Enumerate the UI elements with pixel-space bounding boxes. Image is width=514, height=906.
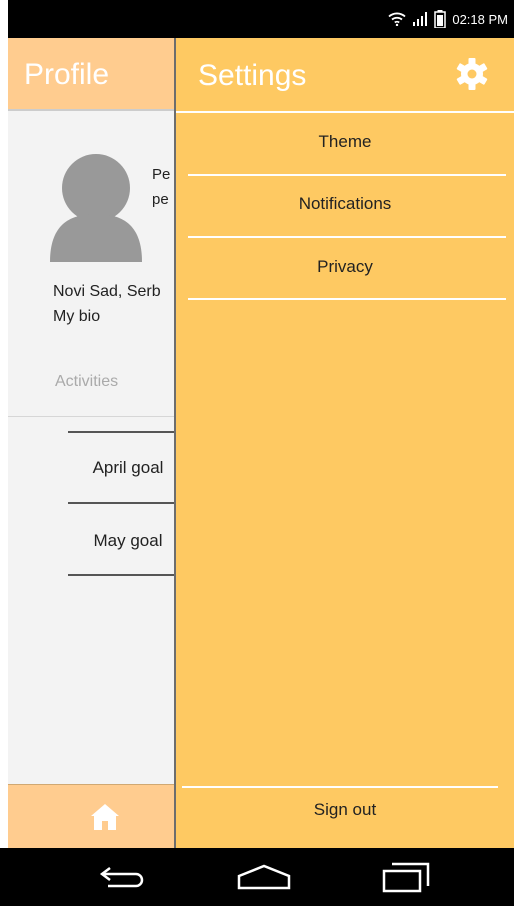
profile-name-line1: Pe bbox=[152, 166, 171, 183]
battery-icon bbox=[434, 10, 447, 28]
status-icons: 02:18 PM bbox=[388, 0, 508, 38]
signout-divider bbox=[182, 786, 498, 788]
back-icon[interactable] bbox=[96, 862, 148, 892]
profile-name-line2: pe bbox=[152, 191, 169, 208]
activity-divider bbox=[68, 502, 188, 504]
wifi-icon bbox=[388, 12, 406, 26]
drawer-item-privacy[interactable]: Privacy bbox=[176, 257, 514, 277]
activities-label: Activities bbox=[55, 373, 119, 390]
drawer-header: Settings bbox=[176, 38, 514, 113]
activity-item-april-goal[interactable]: April goal bbox=[68, 458, 188, 478]
sign-out-button[interactable]: Sign out bbox=[176, 800, 514, 820]
system-nav-bar bbox=[0, 848, 514, 906]
home-icon[interactable] bbox=[90, 803, 120, 831]
settings-drawer: Settings Theme Notifications Privacy Sig… bbox=[174, 38, 514, 848]
status-bar: 02:18 PM bbox=[8, 0, 514, 38]
profile-location: Novi Sad, Serb bbox=[53, 283, 161, 300]
drawer-divider bbox=[188, 174, 506, 176]
page-title: Profile bbox=[24, 58, 110, 91]
profile-bio: My bio bbox=[53, 308, 101, 325]
gear-icon[interactable] bbox=[454, 56, 490, 92]
drawer-title: Settings bbox=[198, 59, 307, 92]
status-time: 02:18 PM bbox=[452, 11, 508, 27]
activity-divider bbox=[68, 431, 188, 433]
avatar-icon bbox=[50, 154, 142, 262]
recent-apps-icon[interactable] bbox=[380, 862, 432, 894]
drawer-item-theme[interactable]: Theme bbox=[176, 132, 514, 152]
activity-divider bbox=[68, 574, 188, 576]
signal-icon bbox=[413, 12, 428, 26]
drawer-divider bbox=[188, 298, 506, 300]
home-button-icon[interactable] bbox=[236, 862, 292, 892]
activity-item-may-goal[interactable]: May goal bbox=[68, 531, 188, 551]
drawer-divider bbox=[188, 236, 506, 238]
drawer-item-notifications[interactable]: Notifications bbox=[176, 194, 514, 214]
